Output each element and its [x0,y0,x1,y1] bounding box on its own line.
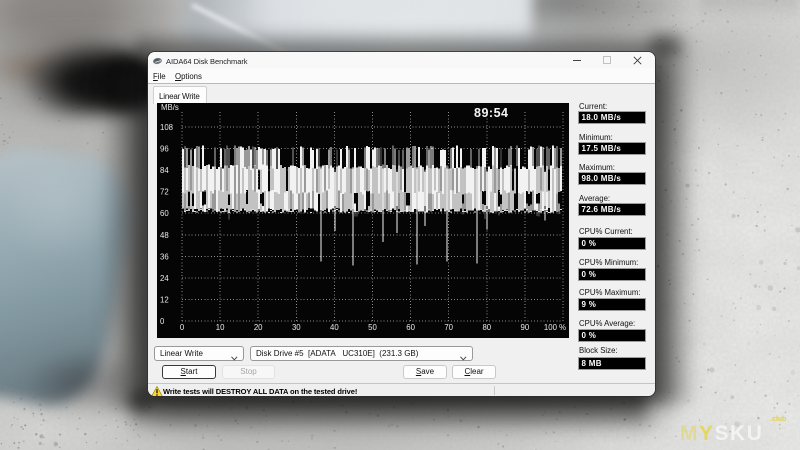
svg-text:MB/s: MB/s [161,103,179,112]
svg-text:0: 0 [180,323,185,332]
svg-text:10: 10 [216,323,225,332]
svg-text:70: 70 [444,323,453,332]
svg-text:50: 50 [368,323,377,332]
svg-text:40: 40 [330,323,339,332]
svg-text:30: 30 [292,323,301,332]
svg-text:20: 20 [254,323,263,332]
svg-text:12: 12 [160,295,169,304]
svg-text:36: 36 [160,252,169,261]
svg-text:72: 72 [160,188,169,197]
svg-text:96: 96 [160,145,169,154]
svg-text:48: 48 [160,231,169,240]
svg-text:24: 24 [160,274,169,283]
svg-text:80: 80 [482,323,491,332]
svg-text:0: 0 [160,317,165,326]
svg-text:60: 60 [160,209,169,218]
svg-text:84: 84 [160,166,169,175]
svg-text:60: 60 [406,323,415,332]
svg-text:90: 90 [521,323,530,332]
svg-text:108: 108 [160,123,173,132]
svg-text:100 %: 100 % [544,323,566,332]
